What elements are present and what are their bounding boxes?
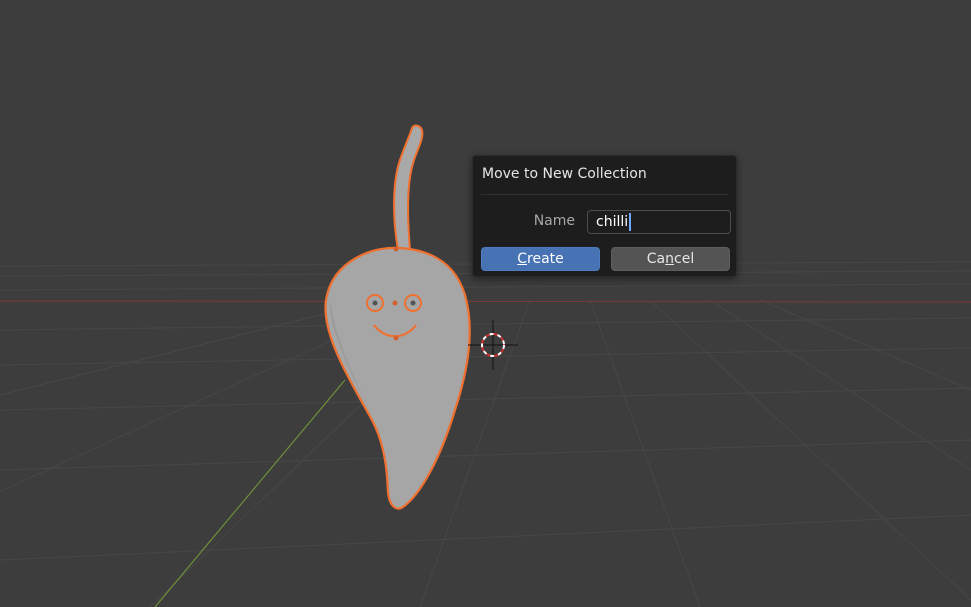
text-caret (629, 213, 632, 231)
cancel-button-mnemonic: n (665, 251, 675, 267)
viewport-canvas (0, 124, 971, 607)
create-button-label: reate (527, 251, 564, 267)
3d-viewport[interactable] (0, 0, 971, 607)
dialog-title: Move to New Collection (482, 166, 647, 182)
name-label: Name (533, 213, 575, 229)
cancel-button-label-start: Ca (646, 251, 666, 267)
name-input[interactable]: chilli (587, 210, 731, 234)
3d-cursor[interactable] (468, 320, 518, 370)
move-to-new-collection-dialog: Move to New Collection Name chilli Creat… (472, 155, 737, 277)
cancel-button-label-end: cel (674, 251, 695, 267)
dialog-separator (481, 194, 728, 195)
create-button[interactable]: Create (481, 247, 600, 271)
cancel-button[interactable]: Cancel (611, 247, 730, 271)
chilli-mesh[interactable] (324, 124, 471, 510)
x-axis-line (0, 300, 971, 303)
floor-grid (0, 261, 971, 607)
name-input-value: chilli (596, 214, 629, 230)
y-axis-line (154, 379, 346, 607)
create-button-mnemonic: C (517, 251, 528, 267)
